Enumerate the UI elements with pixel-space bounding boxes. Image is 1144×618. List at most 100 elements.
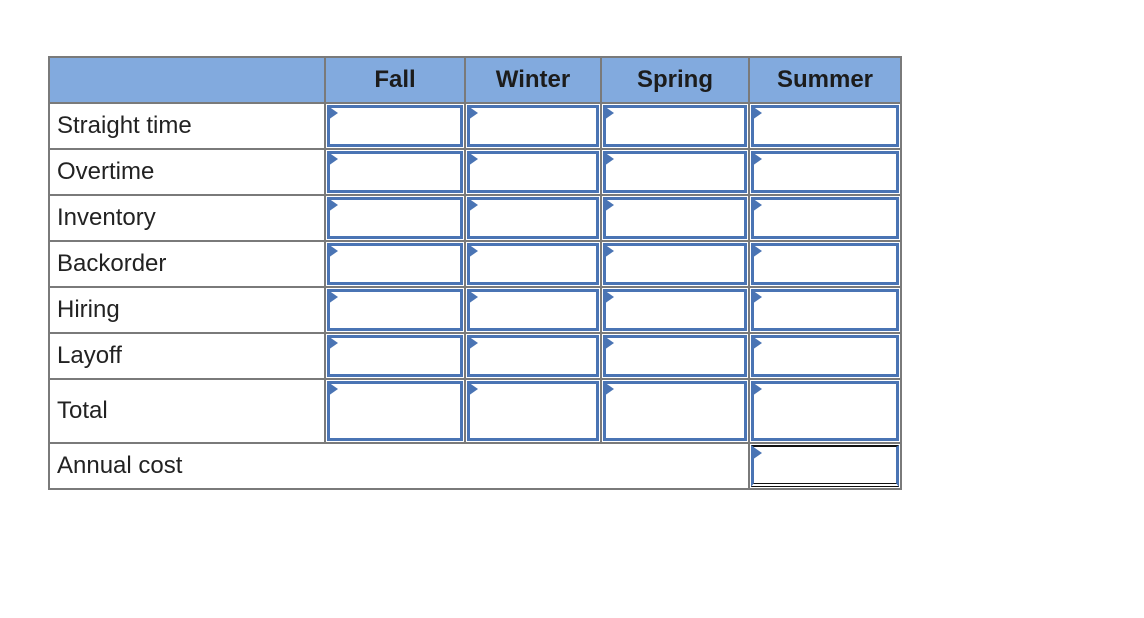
cell-straight-time-winter [464,102,602,150]
cell-layoff-winter [464,332,602,380]
header-spring: Spring [600,56,750,104]
table-row-backorder: Backorder [48,240,902,288]
input-inventory-fall[interactable] [330,200,460,236]
input-straight-time-spring[interactable] [606,108,744,144]
input-overtime-spring[interactable] [606,154,744,190]
table-row-annual-cost: Annual cost [48,442,902,490]
cell-inventory-fall [324,194,466,242]
cell-wrapper [750,288,900,332]
cell-wrapper [602,380,748,442]
cell-hiring-winter [464,286,602,334]
input-backorder-summer[interactable] [754,246,896,282]
cell-inventory-spring [600,194,750,242]
input-straight-time-winter[interactable] [470,108,596,144]
header-winter: Winter [464,56,602,104]
cell-wrapper [326,196,464,240]
cell-wrapper [602,150,748,194]
cell-overtime-fall [324,148,466,196]
cell-total-spring [600,378,750,444]
input-layoff-spring[interactable] [606,338,744,374]
cell-wrapper [750,150,900,194]
input-hiring-winter[interactable] [470,292,596,328]
row-label-hiring: Hiring [48,286,326,334]
cell-wrapper [750,196,900,240]
input-total-fall[interactable] [330,384,460,438]
cell-overtime-winter [464,148,602,196]
table-row-straight-time: Straight time [48,102,902,150]
cell-wrapper [326,242,464,286]
cell-wrapper [602,242,748,286]
cell-wrapper [750,444,900,488]
row-label-layoff: Layoff [48,332,326,380]
input-box [467,105,599,147]
cell-total-fall [324,378,466,444]
input-layoff-fall[interactable] [330,338,460,374]
cell-wrapper [466,196,600,240]
input-annual-cost[interactable] [754,447,896,483]
cell-inventory-summer [748,194,902,242]
input-box [603,197,747,239]
cell-layoff-summer [748,332,902,380]
input-total-winter[interactable] [470,384,596,438]
input-overtime-fall[interactable] [330,154,460,190]
cell-wrapper [466,150,600,194]
input-box [467,151,599,193]
cell-wrapper [326,334,464,378]
input-backorder-fall[interactable] [330,246,460,282]
input-box [467,243,599,285]
input-layoff-winter[interactable] [470,338,596,374]
input-inventory-summer[interactable] [754,200,896,236]
input-box [327,289,463,331]
input-straight-time-fall[interactable] [330,108,460,144]
input-box [467,289,599,331]
header-summer: Summer [748,56,902,104]
table-row-inventory: Inventory [48,194,902,242]
cell-straight-time-fall [324,102,466,150]
row-label-backorder: Backorder [48,240,326,288]
input-box [467,381,599,441]
input-box [467,197,599,239]
input-hiring-spring[interactable] [606,292,744,328]
cell-wrapper [466,380,600,442]
input-box [327,381,463,441]
input-backorder-winter[interactable] [470,246,596,282]
input-straight-time-summer[interactable] [754,108,896,144]
table-row-hiring: Hiring [48,286,902,334]
cell-inventory-winter [464,194,602,242]
cell-wrapper [326,288,464,332]
input-box [751,335,899,377]
table-row-overtime: Overtime [48,148,902,196]
cell-wrapper [466,334,600,378]
input-box [751,381,899,441]
cell-overtime-spring [600,148,750,196]
row-label-inventory: Inventory [48,194,326,242]
table-row-total: Total [48,378,902,444]
cell-wrapper [466,104,600,148]
row-label-straight-time: Straight time [48,102,326,150]
cell-wrapper [750,242,900,286]
input-overtime-summer[interactable] [754,154,896,190]
cell-wrapper [602,104,748,148]
input-inventory-winter[interactable] [470,200,596,236]
input-total-summer[interactable] [754,384,896,438]
cell-backorder-winter [464,240,602,288]
input-hiring-fall[interactable] [330,292,460,328]
input-box [327,335,463,377]
input-total-spring[interactable] [606,384,744,438]
input-box [751,105,899,147]
cell-backorder-spring [600,240,750,288]
input-box [327,243,463,285]
input-hiring-summer[interactable] [754,292,896,328]
input-layoff-summer[interactable] [754,338,896,374]
input-box [603,105,747,147]
cell-wrapper [326,380,464,442]
cell-wrapper [750,334,900,378]
input-inventory-spring[interactable] [606,200,744,236]
cell-layoff-fall [324,332,466,380]
cell-layoff-spring [600,332,750,380]
cell-backorder-summer [748,240,902,288]
input-overtime-winter[interactable] [470,154,596,190]
cell-wrapper [602,288,748,332]
input-box [751,151,899,193]
input-backorder-spring[interactable] [606,246,744,282]
